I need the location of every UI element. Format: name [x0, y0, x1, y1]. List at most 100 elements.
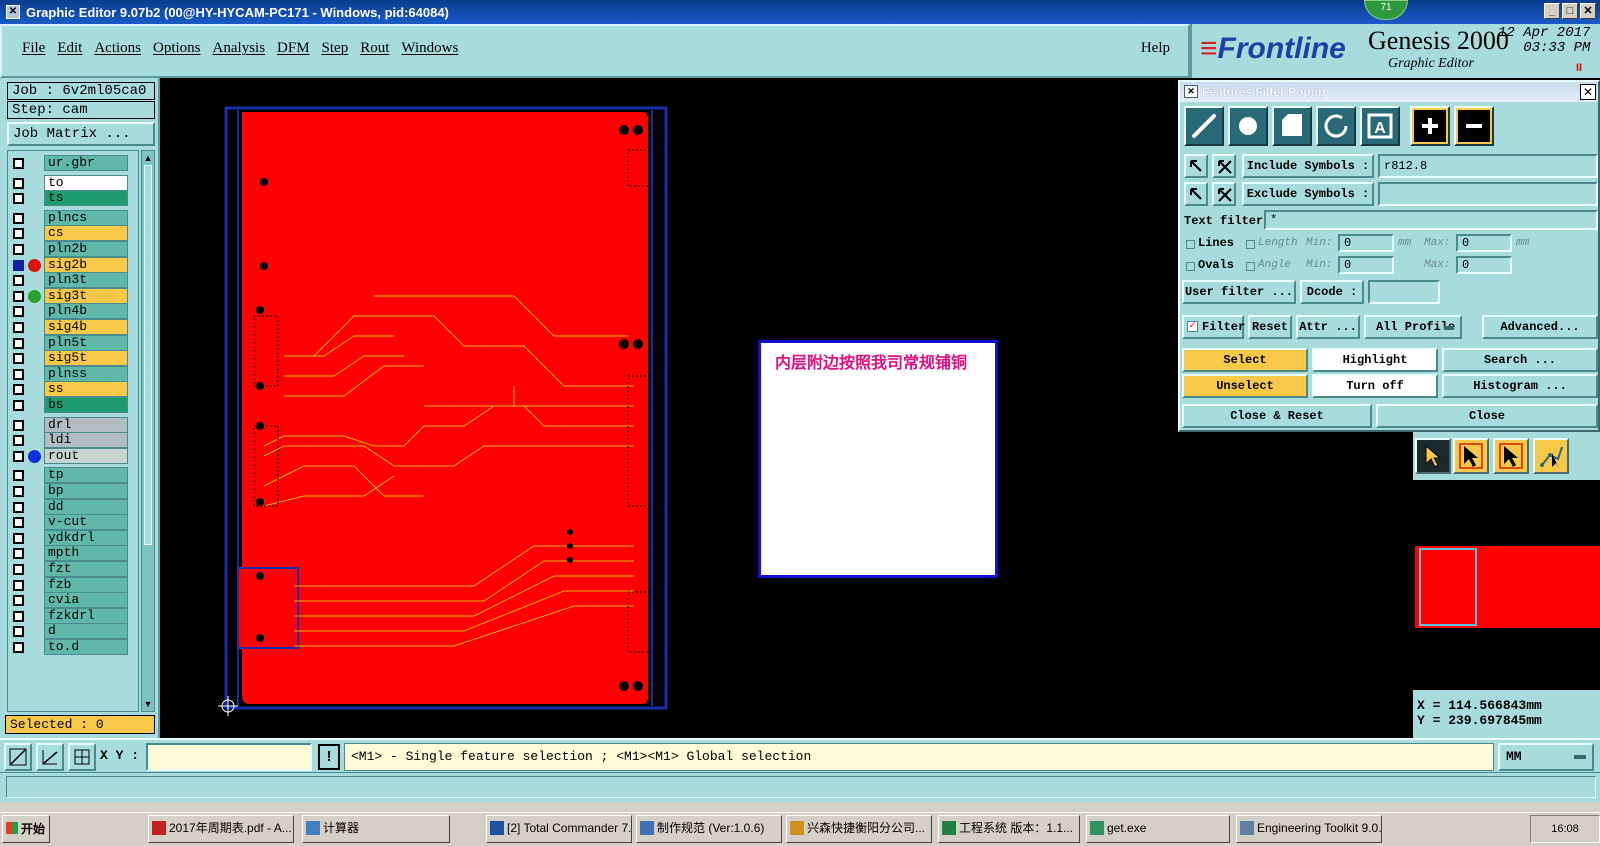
text-filter-field[interactable]: * — [1264, 210, 1598, 230]
exclude-pick-button[interactable] — [1184, 182, 1208, 206]
taskbar-item[interactable]: 2017年周期表.pdf - A... — [148, 815, 294, 843]
layer-row-sig4b[interactable]: sig4b — [10, 319, 128, 335]
layer-row-ur.gbr[interactable]: ur.gbr — [10, 155, 128, 171]
layer-list-scrollbar[interactable]: ▲ ▼ — [141, 150, 155, 712]
layer-row-ss[interactable]: ss — [10, 381, 128, 398]
unselect-button[interactable]: Unselect — [1182, 374, 1308, 398]
include-pick-button[interactable] — [1184, 154, 1208, 178]
angle-max-field[interactable]: 0 — [1456, 256, 1512, 274]
command-warning-button[interactable]: ! — [318, 744, 340, 770]
layer-row-ydkdrl[interactable]: ydkdrl — [10, 529, 128, 546]
scroll-thumb[interactable] — [144, 165, 152, 545]
layer-row-dd[interactable]: dd — [10, 498, 128, 515]
maximize-button[interactable]: □ — [1562, 3, 1578, 19]
layer-name[interactable]: dd — [44, 498, 128, 515]
layer-name[interactable]: ur.gbr — [44, 155, 128, 171]
menu-windows[interactable]: Windows — [399, 40, 468, 57]
snap-tool[interactable] — [1533, 438, 1569, 474]
user-filter-button[interactable]: User filter ... — [1182, 280, 1296, 304]
layer-checkbox[interactable] — [13, 579, 24, 591]
layer-row-fzb[interactable]: fzb — [10, 576, 128, 593]
dcode-button[interactable]: Dcode : — [1300, 280, 1364, 304]
layer-name[interactable]: to.d — [44, 639, 128, 655]
layer-name[interactable]: tp — [44, 467, 128, 484]
layer-row-mpth[interactable]: mpth — [10, 545, 128, 562]
xy-input[interactable] — [146, 743, 312, 771]
layer-checkbox[interactable] — [13, 306, 24, 318]
overview-window[interactable] — [1413, 480, 1600, 690]
layer-row-v-cut[interactable]: v-cut — [10, 514, 128, 531]
snap-mode-button[interactable] — [4, 743, 32, 771]
angle-checkbox[interactable] — [1246, 262, 1255, 271]
layer-name[interactable]: ts — [44, 190, 128, 207]
length-min-field[interactable]: 0 — [1338, 234, 1394, 252]
layer-row-to.d[interactable]: to.d — [10, 639, 128, 655]
layer-row-pln4b[interactable]: pln4b — [10, 303, 128, 320]
layer-checkbox[interactable] — [13, 228, 24, 240]
layer-row-drl[interactable]: drl — [10, 416, 128, 433]
layer-row-fzt[interactable]: fzt — [10, 561, 128, 577]
include-clear-button[interactable] — [1212, 154, 1236, 178]
menu-actions[interactable]: Actions — [92, 40, 151, 57]
layer-name[interactable]: plnss — [44, 365, 128, 382]
layer-checkbox[interactable] — [13, 353, 24, 365]
polarity-negative-button[interactable] — [1454, 106, 1494, 146]
layer-row-sig3t[interactable]: sig3t — [10, 287, 128, 304]
zoom-select-tool[interactable] — [1493, 438, 1529, 474]
layer-checkbox[interactable] — [13, 337, 24, 349]
filter-pads-button[interactable] — [1228, 106, 1268, 146]
include-symbols-button[interactable]: Include Symbols : — [1242, 154, 1374, 178]
layer-checkbox[interactable] — [13, 626, 24, 638]
layer-row-plnss[interactable]: plnss — [10, 365, 128, 382]
layer-name[interactable]: plncs — [44, 209, 128, 226]
exclude-clear-button[interactable] — [1212, 182, 1236, 206]
menu-analysis[interactable]: Analysis — [211, 40, 276, 57]
layer-name[interactable]: fzb — [44, 576, 128, 593]
layer-checkbox[interactable] — [13, 244, 24, 255]
taskbar-item[interactable]: 计算器 — [302, 815, 450, 843]
pause-icon[interactable]: II — [1576, 62, 1582, 74]
layer-row-tp[interactable]: tp — [10, 467, 128, 484]
layer-name[interactable]: ldi — [44, 432, 128, 449]
layer-checkbox[interactable] — [13, 595, 24, 607]
highlight-button[interactable]: Highlight — [1312, 348, 1438, 372]
histogram-button[interactable]: Histogram ... — [1442, 374, 1598, 398]
layer-checkbox[interactable] — [13, 193, 24, 205]
select-tool[interactable] — [1453, 438, 1489, 474]
layer-row-rout[interactable]: rout — [10, 447, 128, 464]
layer-name[interactable]: sig5t — [44, 350, 128, 367]
layer-checkbox[interactable] — [13, 322, 24, 333]
layer-name[interactable]: cs — [44, 225, 128, 242]
pcb-board[interactable] — [224, 106, 674, 716]
layer-name[interactable]: fzkdrl — [44, 607, 128, 624]
dcode-field[interactable] — [1368, 280, 1440, 304]
layer-checkbox[interactable] — [13, 642, 24, 653]
layer-name[interactable]: sig3t — [44, 287, 128, 304]
taskbar-item[interactable]: get.exe — [1086, 815, 1230, 843]
layer-row-pln2b[interactable]: pln2b — [10, 241, 128, 257]
layer-checkbox[interactable] — [13, 435, 24, 447]
length-max-field[interactable]: 0 — [1456, 234, 1512, 252]
layer-row-fzkdrl[interactable]: fzkdrl — [10, 607, 128, 624]
layer-checkbox[interactable] — [13, 259, 24, 271]
scroll-down-icon[interactable]: ▼ — [143, 699, 153, 709]
layer-checkbox[interactable] — [13, 450, 24, 462]
layer-name[interactable]: rout — [44, 447, 128, 464]
layer-row-pln5t[interactable]: pln5t — [10, 334, 128, 351]
layer-row-cs[interactable]: cs — [10, 225, 128, 242]
layer-row-sig5t[interactable]: sig5t — [10, 350, 128, 367]
taskbar-item[interactable]: Engineering Toolkit 9.0... — [1236, 815, 1382, 843]
layer-checkbox[interactable] — [13, 400, 24, 411]
layer-row-d[interactable]: d — [10, 623, 128, 640]
turn-off-button[interactable]: Turn off — [1312, 374, 1438, 398]
include-symbols-field[interactable]: r812.8 — [1378, 154, 1598, 178]
layer-checkbox[interactable] — [13, 275, 24, 287]
layer-row-ldi[interactable]: ldi — [10, 432, 128, 449]
job-matrix-button[interactable]: Job Matrix ... — [7, 122, 155, 146]
menu-edit[interactable]: Edit — [55, 40, 92, 57]
overview-view-frame[interactable] — [1419, 548, 1477, 626]
layer-checkbox[interactable] — [13, 532, 24, 544]
layer-row-bs[interactable]: bs — [10, 397, 128, 413]
layer-checkbox[interactable] — [13, 517, 24, 529]
menu-file[interactable]: File — [20, 40, 55, 57]
